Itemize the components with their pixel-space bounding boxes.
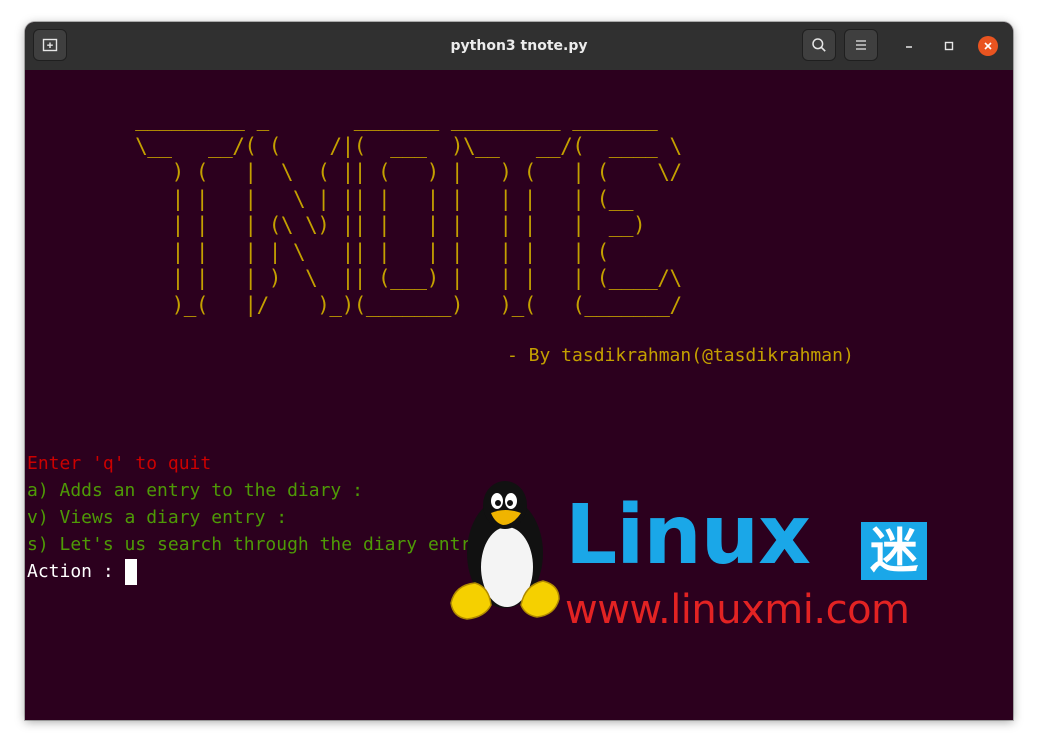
author-byline: - By tasdikrahman(@tasdikrahman) [507,345,854,366]
watermark-url: www.linuxmi.com [565,587,910,633]
terminal-window: python3 tnote.py _________ _ _______ ___… [25,22,1013,720]
option-search: s) Let's us search through the diary ent… [27,534,504,555]
ascii-banner: _________ _ _______ _________ _______ \_… [135,107,682,317]
text-cursor [124,559,137,585]
action-prompt-line[interactable]: Action : [27,558,504,585]
menu-block: Enter 'q' to quit a) Adds an entry to the… [27,450,504,585]
minimize-button[interactable] [899,36,919,56]
search-icon [812,38,826,52]
hamburger-menu-icon [856,40,866,50]
action-prompt: Action : [27,561,125,582]
watermark-badge: 迷 [861,522,927,580]
tux-penguin-logo [450,481,560,620]
title-bar: python3 tnote.py [25,22,1013,70]
terminal-output[interactable]: _________ _ _______ _________ _______ \_… [25,70,1013,720]
quit-hint: Enter 'q' to quit [27,453,212,474]
menu-button[interactable] [844,29,878,61]
close-icon [984,42,992,50]
minimize-icon [906,46,912,48]
maximize-button[interactable] [939,36,959,56]
option-view: v) Views a diary entry : [27,507,288,528]
watermark-brand: Linux [565,488,811,583]
option-add: a) Adds an entry to the diary : [27,480,363,501]
maximize-icon [944,41,954,51]
search-button[interactable] [802,29,836,61]
close-button[interactable] [978,36,998,56]
close-circle[interactable] [978,36,998,56]
